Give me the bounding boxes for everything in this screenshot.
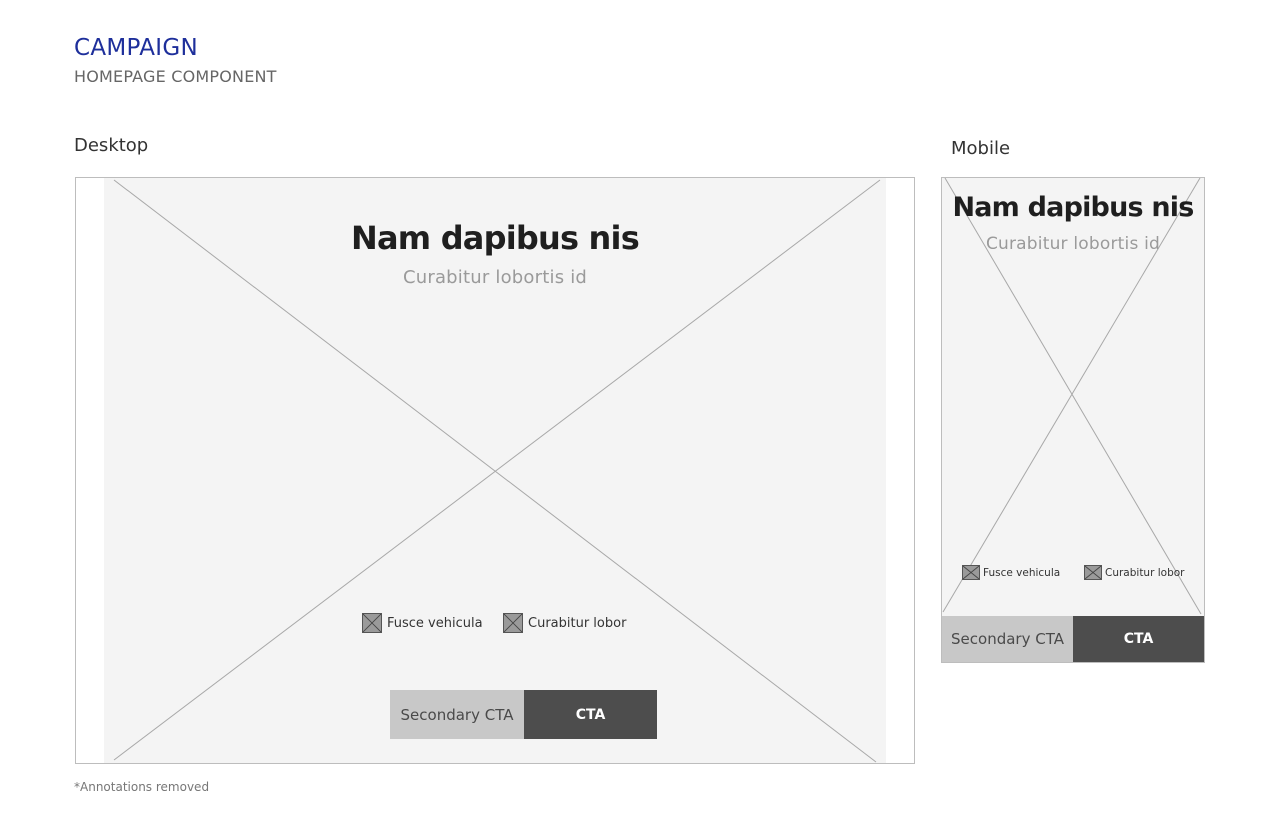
image-placeholder-icon	[1084, 565, 1102, 580]
image-placeholder-icon	[962, 565, 980, 580]
desktop-feature-item: Curabitur lobor	[503, 613, 626, 633]
desktop-label: Desktop	[74, 135, 149, 156]
desktop-hero-image-placeholder: Nam dapibus nis Curabitur lobortis id Fu…	[104, 178, 886, 763]
desktop-feature-label: Fusce vehicula	[387, 615, 483, 631]
page-subtitle: HOMEPAGE COMPONENT	[74, 67, 277, 86]
mobile-hero-image-placeholder: Nam dapibus nis Curabitur lobortis id Fu…	[942, 178, 1204, 616]
mobile-secondary-cta-button[interactable]: Secondary CTA	[942, 616, 1073, 662]
mobile-feature-item: Fusce vehicula	[962, 565, 1060, 580]
desktop-secondary-cta-button[interactable]: Secondary CTA	[390, 690, 524, 739]
mobile-feature-label: Fusce vehicula	[983, 566, 1061, 579]
page-title: CAMPAIGN	[74, 35, 198, 61]
mobile-feature-item: Curabitur lobor	[1084, 565, 1185, 580]
desktop-hero-placeholder-cross	[113, 179, 881, 763]
desktop-feature-label: Curabitur lobor	[528, 615, 627, 631]
desktop-feature-item: Fusce vehicula	[362, 613, 483, 633]
desktop-hero-subheading: Curabitur lobortis id	[402, 267, 588, 288]
mobile-wireframe: Nam dapibus nis Curabitur lobortis id Fu…	[941, 177, 1205, 663]
desktop-hero-heading: Nam dapibus nis	[351, 219, 640, 257]
image-placeholder-icon	[362, 613, 382, 633]
mobile-hero-subheading: Curabitur lobortis id	[985, 234, 1161, 254]
image-placeholder-icon	[503, 613, 523, 633]
mobile-cta-group: Secondary CTA CTA	[942, 616, 1204, 662]
footnote: *Annotations removed	[74, 780, 210, 794]
mobile-feature-label: Curabitur lobor	[1105, 566, 1185, 579]
mobile-hero-heading: Nam dapibus nis	[952, 192, 1194, 223]
desktop-wireframe: Nam dapibus nis Curabitur lobortis id Fu…	[75, 177, 915, 764]
mobile-label: Mobile	[951, 138, 1011, 159]
mobile-primary-cta-button[interactable]: CTA	[1073, 616, 1204, 662]
desktop-primary-cta-button[interactable]: CTA	[524, 690, 657, 739]
desktop-cta-group: Secondary CTA CTA	[390, 690, 657, 739]
